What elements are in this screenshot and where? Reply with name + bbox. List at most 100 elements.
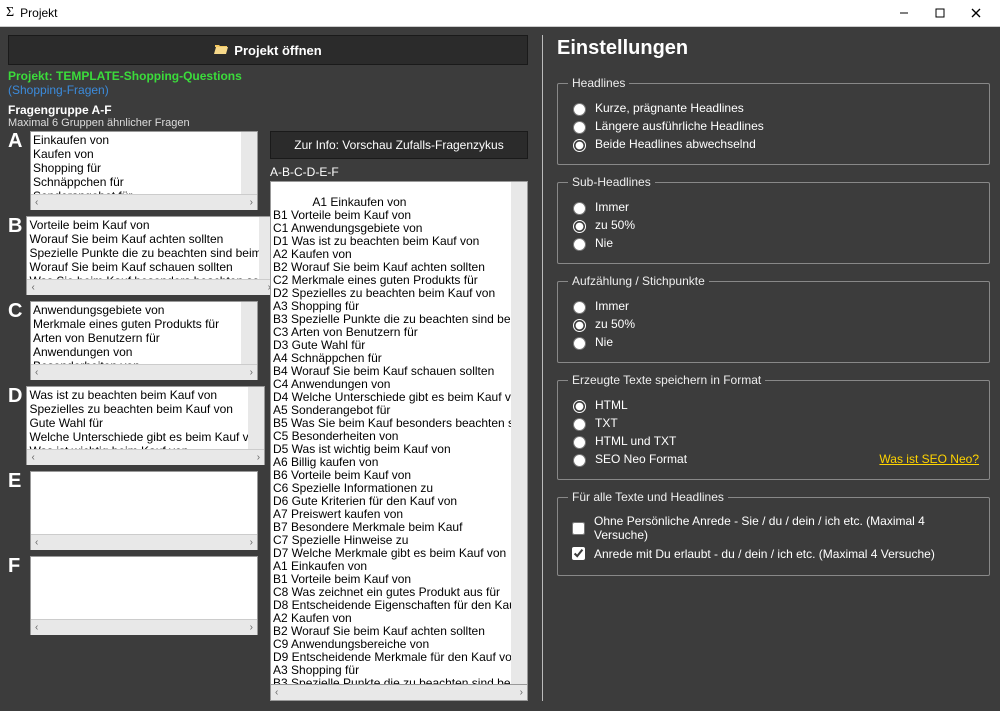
vertical-scrollbar[interactable]: [241, 132, 257, 194]
horizontal-scrollbar[interactable]: ‹›: [27, 279, 275, 295]
window-title: Projekt: [20, 6, 57, 20]
subheadlines-legend: Sub-Headlines: [568, 175, 655, 189]
headlines-radio[interactable]: [573, 139, 586, 152]
headlines-label: Längere ausführliche Headlines: [595, 119, 764, 133]
preview-column: Zur Info: Vorschau Zufalls-Fragenzykus A…: [270, 131, 528, 701]
subheadlines-option[interactable]: Immer: [568, 199, 979, 215]
project-title: Projekt: TEMPLATE-Shopping-Questions: [8, 69, 528, 83]
anrede-checkbox[interactable]: [572, 547, 585, 560]
headlines-option[interactable]: Längere ausführliche Headlines: [568, 118, 979, 134]
group-textarea-e[interactable]: ‹›: [30, 471, 258, 550]
format-legend: Erzeugte Texte speichern in Format: [568, 373, 765, 387]
group-textarea-f[interactable]: ‹›: [30, 556, 258, 635]
titlebar: Σ Projekt: [0, 0, 1000, 27]
bullets-option[interactable]: Nie: [568, 334, 979, 350]
anrede-legend: Für alle Texte und Headlines: [568, 490, 728, 504]
format-option[interactable]: SEO Neo Format Was ist SEO Neo?: [568, 451, 979, 467]
folder-open-icon: [214, 43, 228, 58]
anrede-checkbox[interactable]: [572, 522, 585, 535]
left-panel: Projekt öffnen Projekt: TEMPLATE-Shoppin…: [8, 35, 528, 701]
seo-neo-link[interactable]: Was ist SEO Neo?: [879, 452, 979, 466]
horizontal-scrollbar[interactable]: ‹›: [31, 619, 257, 635]
format-radio[interactable]: [573, 436, 586, 449]
format-option[interactable]: TXT: [568, 415, 979, 431]
vertical-scrollbar[interactable]: [511, 182, 527, 684]
group-letter: F: [8, 556, 26, 635]
format-option[interactable]: HTML und TXT: [568, 433, 979, 449]
anrede-label: Anrede mit Du erlaubt - du / dein / ich …: [594, 547, 935, 561]
close-button[interactable]: [958, 0, 994, 26]
vertical-divider: [542, 35, 543, 701]
settings-panel: Einstellungen Headlines Kurze, prägnante…: [557, 35, 990, 701]
group-letter: D: [8, 386, 22, 465]
horizontal-scrollbar[interactable]: ‹›: [31, 534, 257, 550]
headlines-radio[interactable]: [573, 103, 586, 116]
format-label: HTML und TXT: [595, 434, 676, 448]
bullets-option[interactable]: zu 50%: [568, 316, 979, 332]
open-project-button[interactable]: Projekt öffnen: [8, 35, 528, 65]
group-block-f: F ‹›: [8, 556, 258, 635]
groups-title: Fragengruppe A-F: [8, 103, 528, 117]
preview-textarea[interactable]: A1 Einkaufen von B1 Vorteile beim Kauf v…: [270, 181, 528, 685]
groups-list: AEinkaufen von Kaufen von Shopping für S…: [8, 131, 258, 701]
maximize-button[interactable]: [922, 0, 958, 26]
vertical-scrollbar[interactable]: [241, 302, 257, 364]
bullets-option[interactable]: Immer: [568, 298, 979, 314]
headlines-label: Kurze, prägnante Headlines: [595, 101, 744, 115]
preview-sequence-label: A-B-C-D-E-F: [270, 165, 528, 179]
format-group: Erzeugte Texte speichern in Format HTML T…: [557, 373, 990, 480]
headlines-option[interactable]: Beide Headlines abwechselnd: [568, 136, 979, 152]
app-icon: Σ: [6, 5, 14, 21]
preview-button[interactable]: Zur Info: Vorschau Zufalls-Fragenzykus: [270, 131, 528, 159]
subheadlines-radio[interactable]: [573, 220, 586, 233]
bullets-radio[interactable]: [573, 301, 586, 314]
horizontal-scrollbar[interactable]: ‹›: [31, 364, 257, 380]
group-textarea-d[interactable]: Was ist zu beachten beim Kauf von Spezie…: [26, 386, 265, 465]
subheadlines-label: zu 50%: [595, 218, 635, 232]
anrede-label: Ohne Persönliche Anrede - Sie / du / dei…: [594, 514, 979, 542]
format-radio[interactable]: [573, 418, 586, 431]
subheadlines-option[interactable]: zu 50%: [568, 217, 979, 233]
headlines-legend: Headlines: [568, 76, 629, 90]
subheadlines-radio[interactable]: [573, 202, 586, 215]
subheadlines-group: Sub-Headlines Immer zu 50% Nie: [557, 175, 990, 264]
format-radio[interactable]: [573, 454, 586, 467]
group-textarea-c[interactable]: Anwendungsgebiete von Merkmale eines gut…: [30, 301, 258, 380]
group-textarea-a[interactable]: Einkaufen von Kaufen von Shopping für Sc…: [30, 131, 258, 210]
horizontal-scrollbar[interactable]: ‹›: [27, 449, 264, 465]
bullets-group: Aufzählung / Stichpunkte Immer zu 50% Nie: [557, 274, 990, 363]
group-block-e: E ‹›: [8, 471, 258, 550]
group-block-c: CAnwendungsgebiete von Merkmale eines gu…: [8, 301, 258, 380]
group-text: Einkaufen von Kaufen von Shopping für Sc…: [33, 133, 132, 194]
group-letter: B: [8, 216, 22, 295]
group-letter: C: [8, 301, 26, 380]
horizontal-scrollbar[interactable]: ‹›: [31, 194, 257, 210]
group-text: Anwendungsgebiete von Merkmale eines gut…: [33, 303, 219, 364]
headlines-option[interactable]: Kurze, prägnante Headlines: [568, 100, 979, 116]
format-radio[interactable]: [573, 400, 586, 413]
minimize-button[interactable]: [886, 0, 922, 26]
headlines-radio[interactable]: [573, 121, 586, 134]
anrede-group: Für alle Texte und Headlines Ohne Persön…: [557, 490, 990, 576]
bullets-legend: Aufzählung / Stichpunkte: [568, 274, 709, 288]
vertical-scrollbar[interactable]: [248, 387, 264, 449]
bullets-radio[interactable]: [573, 337, 586, 350]
open-project-label: Projekt öffnen: [234, 43, 321, 58]
app-window: Σ Projekt Projekt öffnen Projekt: TEMPLA…: [0, 0, 1000, 711]
settings-title: Einstellungen: [557, 37, 990, 60]
format-option[interactable]: HTML: [568, 397, 979, 413]
bullets-radio[interactable]: [573, 319, 586, 332]
headlines-group: Headlines Kurze, prägnante Headlines Läng…: [557, 76, 990, 165]
anrede-option[interactable]: Ohne Persönliche Anrede - Sie / du / dei…: [568, 514, 979, 542]
subheadlines-label: Nie: [595, 236, 613, 250]
anrede-option[interactable]: Anrede mit Du erlaubt - du / dein / ich …: [568, 544, 979, 563]
group-block-d: DWas ist zu beachten beim Kauf von Spezi…: [8, 386, 258, 465]
format-label: SEO Neo Format: [595, 452, 687, 466]
group-textarea-b[interactable]: Vorteile beim Kauf von Worauf Sie beim K…: [26, 216, 276, 295]
format-label: TXT: [595, 416, 618, 430]
subheadlines-radio[interactable]: [573, 238, 586, 251]
horizontal-scrollbar[interactable]: ‹›: [270, 685, 528, 701]
group-letter: E: [8, 471, 26, 550]
subheadlines-option[interactable]: Nie: [568, 235, 979, 251]
preview-text: A1 Einkaufen von B1 Vorteile beim Kauf v…: [273, 195, 518, 685]
